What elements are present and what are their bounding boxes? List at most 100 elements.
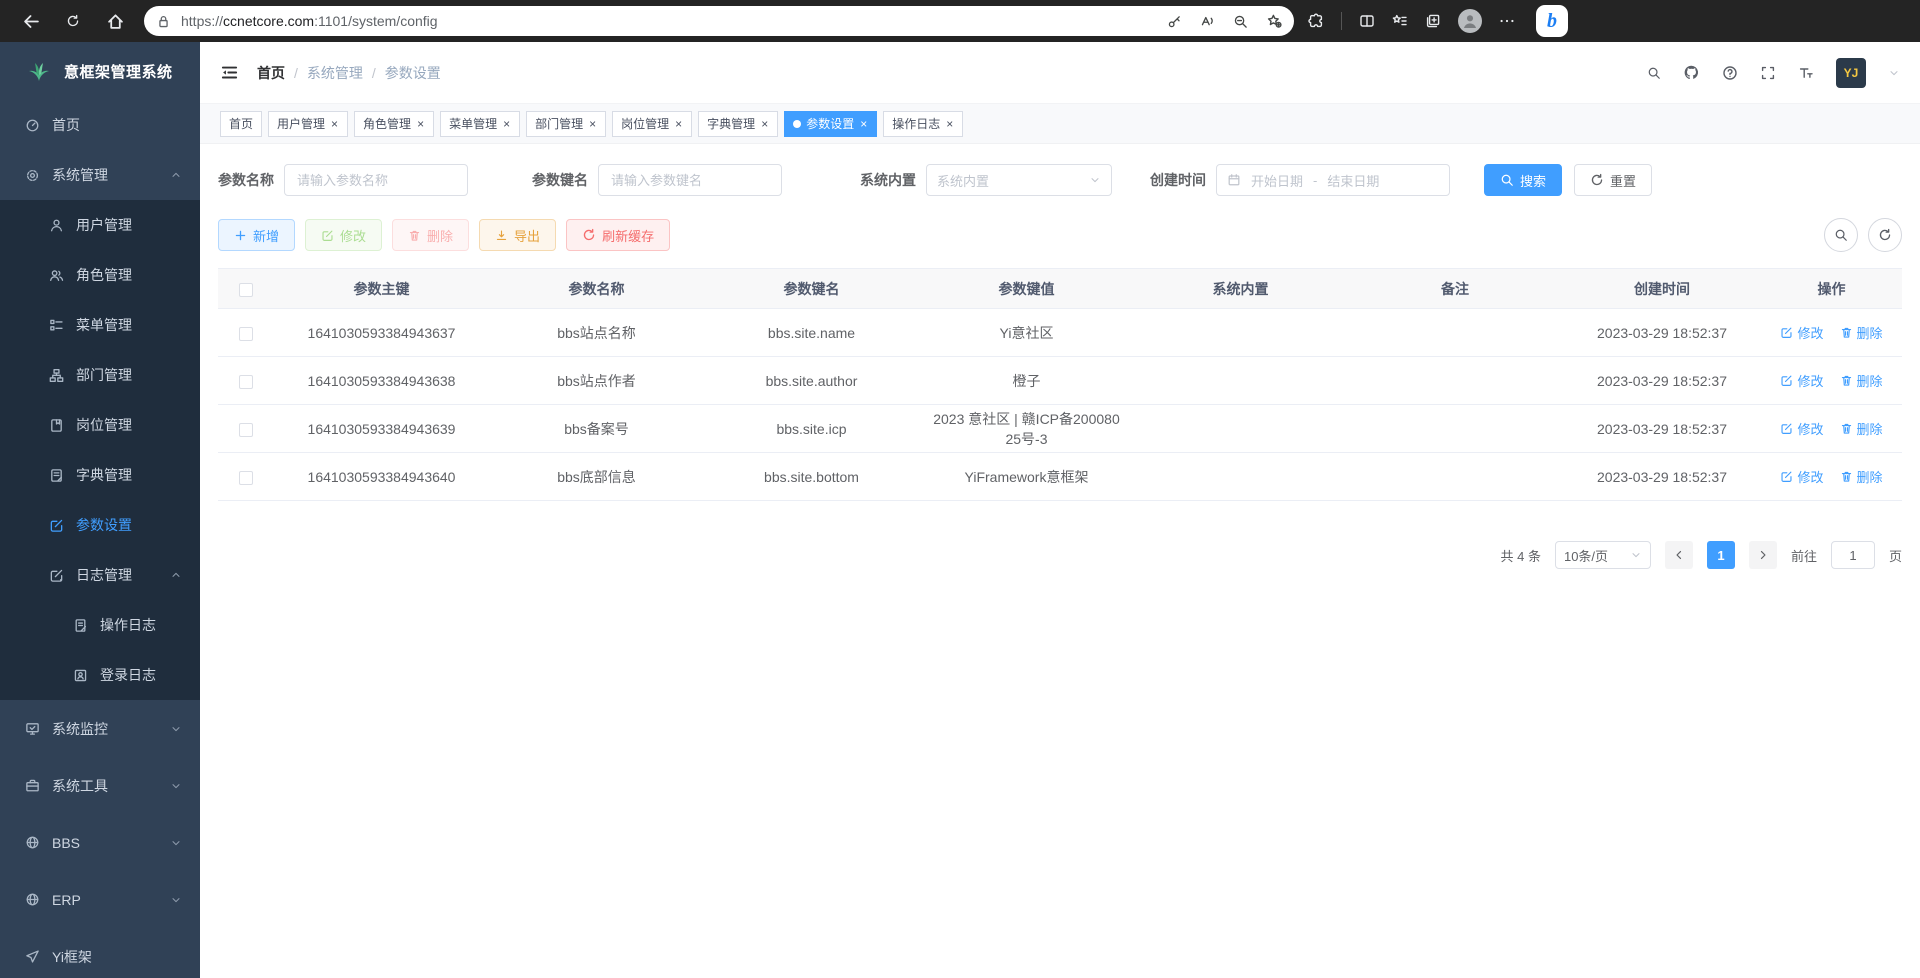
browser-back-icon[interactable] — [14, 4, 48, 38]
collections-icon[interactable] — [1392, 13, 1408, 29]
tab-字典管理[interactable]: 字典管理× — [698, 111, 778, 137]
sidebar-item-用户管理[interactable]: 用户管理 — [0, 200, 200, 250]
sidebar-item-BBS[interactable]: BBS — [0, 814, 200, 871]
sidebar-item-菜单管理[interactable]: 菜单管理 — [0, 300, 200, 350]
sidebar-item-Yi框架[interactable]: Yi框架 — [0, 928, 200, 978]
row-edit-link[interactable]: 修改 — [1780, 467, 1823, 486]
plus-icon — [234, 229, 247, 242]
close-icon[interactable]: × — [945, 117, 954, 131]
row-delete-link[interactable]: 删除 — [1840, 467, 1883, 486]
page-1-button[interactable]: 1 — [1707, 541, 1735, 569]
user-logo-avatar[interactable]: YJ — [1836, 58, 1866, 88]
row-edit-link[interactable]: 修改 — [1780, 371, 1823, 390]
close-icon[interactable]: × — [674, 117, 683, 131]
search-icon — [1834, 228, 1848, 242]
sidebar-item-系统监控[interactable]: 系统监控 — [0, 700, 200, 757]
tab-部门管理[interactable]: 部门管理 × — [526, 111, 606, 137]
row-checkbox[interactable] — [239, 471, 253, 485]
cell-remark — [1347, 309, 1563, 357]
page-size-select[interactable]: 10条/页 — [1555, 541, 1651, 569]
sidebar-item-日志管理[interactable]: 日志管理 — [0, 550, 200, 600]
header-search-icon[interactable] — [1647, 66, 1661, 80]
sidebar-menu: 首页系统管理用户管理角色管理菜单管理部门管理岗位管理字典管理参数设置日志管理操作… — [0, 100, 200, 978]
sidebar-item-首页[interactable]: 首页 — [0, 100, 200, 150]
sidebar-item-参数设置[interactable]: 参数设置 — [0, 500, 200, 550]
address-bar[interactable]: https://ccnetcore.com:1101/system/config — [144, 6, 1294, 36]
more-menu-icon[interactable] — [1499, 13, 1515, 29]
tab-label: 角色管理 — [363, 115, 411, 132]
tab-参数设置[interactable]: 参数设置× — [784, 111, 877, 137]
select-all-checkbox[interactable] — [239, 283, 253, 297]
goto-page-input[interactable] — [1831, 541, 1875, 569]
tab-stack-icon[interactable] — [1425, 13, 1441, 29]
zoom-out-icon[interactable] — [1233, 13, 1248, 29]
close-icon[interactable]: × — [502, 117, 511, 131]
prev-page-button[interactable] — [1665, 541, 1693, 569]
extensions-icon[interactable] — [1308, 13, 1324, 29]
sidebar-item-登录日志[interactable]: 登录日志 — [0, 650, 200, 700]
toggle-search-button[interactable] — [1824, 218, 1858, 252]
tab-首页[interactable]: 首页 — [220, 111, 262, 137]
sidebar-item-岗位管理[interactable]: 岗位管理 — [0, 400, 200, 450]
row-edit-link[interactable]: 修改 — [1780, 323, 1823, 342]
browser-home-icon[interactable] — [98, 4, 132, 38]
param-name-input[interactable] — [284, 164, 468, 196]
export-button[interactable]: 导出 — [479, 219, 556, 251]
collapse-sidebar-icon[interactable] — [220, 63, 239, 82]
trash-icon — [1840, 326, 1853, 339]
close-icon[interactable]: × — [330, 117, 339, 131]
tab-用户管理[interactable]: 用户管理× — [268, 111, 348, 137]
tab-操作日志[interactable]: 操作日志× — [883, 111, 963, 137]
font-size-icon[interactable] — [1798, 65, 1814, 81]
builtin-label: 系统内置 — [860, 170, 916, 190]
breadcrumb-home[interactable]: 首页 — [257, 63, 285, 83]
row-delete-link[interactable]: 删除 — [1840, 419, 1883, 438]
refresh-table-button[interactable] — [1868, 218, 1902, 252]
split-screen-icon[interactable] — [1359, 13, 1375, 29]
reset-button[interactable]: 重置 — [1574, 164, 1652, 196]
password-key-icon[interactable] — [1167, 13, 1182, 29]
row-delete-link[interactable]: 删除 — [1840, 323, 1883, 342]
row-delete-link[interactable]: 删除 — [1840, 371, 1883, 390]
edit-icon — [1780, 470, 1793, 483]
help-question-icon[interactable] — [1722, 65, 1738, 81]
row-edit-link[interactable]: 修改 — [1780, 419, 1823, 438]
builtin-select[interactable]: 系统内置 — [926, 164, 1112, 196]
sidebar-item-系统管理[interactable]: 系统管理 — [0, 150, 200, 200]
sidebar-item-角色管理[interactable]: 角色管理 — [0, 250, 200, 300]
row-checkbox[interactable] — [239, 375, 253, 389]
profile-avatar[interactable] — [1458, 9, 1482, 33]
user-menu-caret-icon[interactable] — [1888, 67, 1900, 79]
tab-岗位管理[interactable]: 岗位管理× — [612, 111, 692, 137]
sidebar-item-系统工具[interactable]: 系统工具 — [0, 757, 200, 814]
close-icon[interactable]: × — [760, 117, 769, 131]
sidebar-item-label: 参数设置 — [76, 515, 132, 535]
edit-button[interactable]: 修改 — [305, 219, 382, 251]
close-icon[interactable]: × — [588, 117, 597, 131]
fullscreen-icon[interactable] — [1760, 65, 1776, 81]
param-key-input[interactable] — [598, 164, 782, 196]
add-favorite-star-icon[interactable] — [1266, 13, 1282, 29]
close-icon[interactable]: × — [859, 117, 868, 131]
sidebar-item-字典管理[interactable]: 字典管理 — [0, 450, 200, 500]
copilot-icon[interactable]: b — [1536, 5, 1568, 37]
next-page-button[interactable] — [1749, 541, 1777, 569]
add-button[interactable]: 新增 — [218, 219, 295, 251]
close-icon[interactable]: × — [416, 117, 425, 131]
tab-label: 部门管理 — [535, 115, 583, 132]
read-aloud-icon[interactable] — [1200, 13, 1215, 29]
tab-角色管理[interactable]: 角色管理 × — [354, 111, 434, 137]
row-checkbox[interactable] — [239, 423, 253, 437]
search-button[interactable]: 搜索 — [1484, 164, 1562, 196]
row-checkbox[interactable] — [239, 327, 253, 341]
sidebar-item-部门管理[interactable]: 部门管理 — [0, 350, 200, 400]
app-logo-row[interactable]: 意框架管理系统 — [0, 42, 200, 100]
date-range-picker[interactable]: 开始日期 - 结束日期 — [1216, 164, 1450, 196]
refresh-cache-button[interactable]: 刷新缓存 — [566, 219, 670, 251]
browser-refresh-icon[interactable] — [56, 4, 90, 38]
delete-button[interactable]: 删除 — [392, 219, 469, 251]
tab-菜单管理[interactable]: 菜单管理× — [440, 111, 520, 137]
sidebar-item-操作日志[interactable]: 操作日志 — [0, 600, 200, 650]
sidebar-item-ERP[interactable]: ERP — [0, 871, 200, 928]
github-icon[interactable] — [1683, 64, 1700, 81]
